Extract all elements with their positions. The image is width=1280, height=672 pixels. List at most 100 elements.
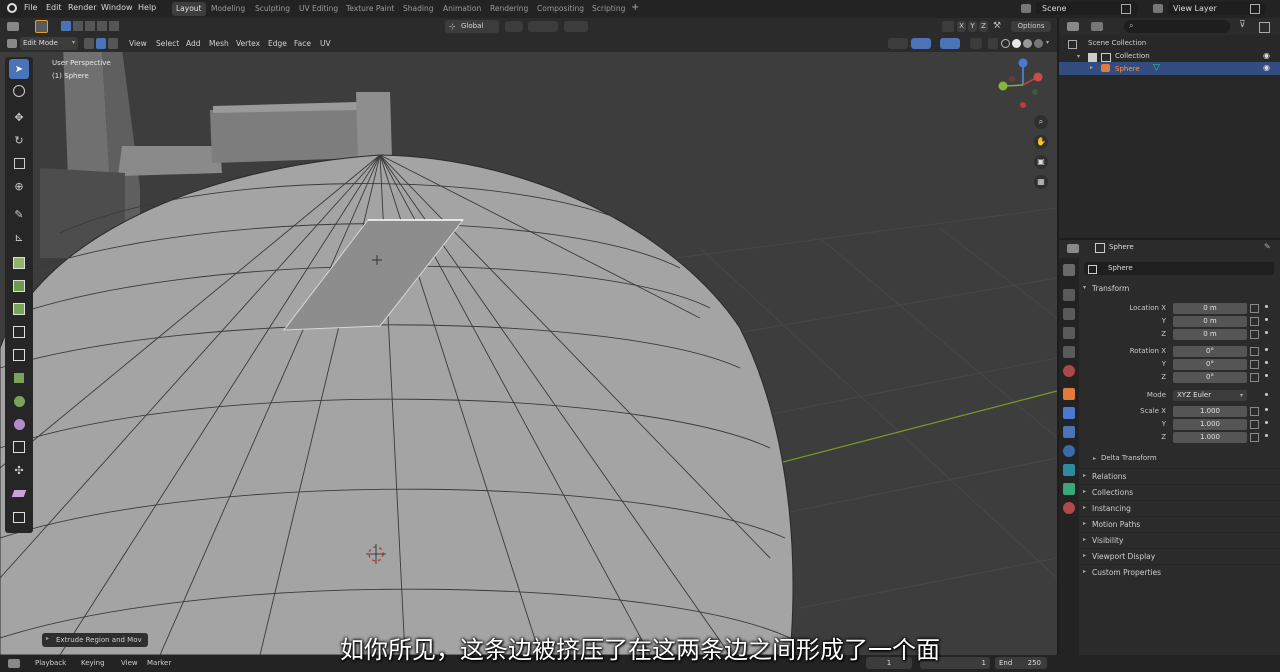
face-select-mode-icon[interactable]	[108, 38, 118, 49]
scale-tool[interactable]	[9, 153, 29, 173]
filter-icon[interactable]: ⊽	[1239, 20, 1246, 30]
menu-edit[interactable]: Edit	[46, 3, 62, 12]
editor-type-icon[interactable]	[7, 22, 19, 31]
menu-help[interactable]: Help	[138, 3, 156, 12]
mirror-z-toggle[interactable]: Z	[979, 21, 988, 32]
vertex-select-mode-icon[interactable]	[84, 38, 94, 49]
material-shading-icon[interactable]	[1023, 39, 1032, 48]
collapse-arrow-icon[interactable]: ▾	[1083, 284, 1086, 291]
perspective-grid-icon[interactable]: ▦	[1034, 175, 1048, 189]
panel-collections[interactable]: ▸ Collections	[1079, 484, 1280, 499]
tool-tab-icon[interactable]	[1063, 264, 1075, 276]
workspace-tab-scripting[interactable]: Scripting	[588, 2, 629, 16]
keyframe-icon[interactable]	[1265, 348, 1268, 351]
mirror-y-toggle[interactable]: Y	[968, 21, 977, 32]
scale-x-field[interactable]: 1.000	[1173, 406, 1247, 417]
panel-relations[interactable]: ▸ Relations	[1079, 468, 1280, 483]
material-tab-icon[interactable]	[1063, 502, 1075, 514]
lock-icon[interactable]	[1250, 407, 1259, 416]
collection-label[interactable]: Collection	[1115, 52, 1150, 60]
mesh-edit-overlay-icon[interactable]	[970, 38, 982, 49]
rotation-mode-dropdown[interactable]: XYZ Euler ▾	[1173, 390, 1247, 401]
location-x-field[interactable]: 0 m	[1173, 303, 1247, 314]
workspace-tab-texture-paint[interactable]: Texture Paint	[342, 2, 398, 16]
rotation-y-field[interactable]: 0°	[1173, 359, 1247, 370]
display-mode-icon[interactable]	[1091, 22, 1103, 31]
keyframe-icon[interactable]	[1265, 374, 1268, 377]
lock-icon[interactable]	[1250, 373, 1259, 382]
lock-icon[interactable]	[1250, 360, 1259, 369]
panel-visibility[interactable]: ▸ Visibility	[1079, 532, 1280, 547]
visibility-icon[interactable]	[888, 38, 908, 49]
workspace-tab-sculpting[interactable]: Sculpting	[251, 2, 294, 16]
wrench-icon[interactable]: ⚒	[993, 21, 1001, 31]
camera-view-icon[interactable]: ▣	[1034, 155, 1048, 169]
lock-icon[interactable]	[1250, 420, 1259, 429]
transform-panel-header[interactable]: Transform	[1092, 284, 1129, 293]
transform-tool[interactable]: ⊕	[9, 176, 29, 196]
shear-tool[interactable]	[9, 483, 29, 503]
pan-hand-icon[interactable]: ✋	[1034, 135, 1048, 149]
scene-collection-label[interactable]: Scene Collection	[1088, 39, 1146, 47]
select-invert-icon[interactable]	[97, 21, 107, 31]
menu-edge[interactable]: Edge	[268, 39, 287, 48]
proportional-editing-icon[interactable]	[564, 21, 588, 32]
knife-tool[interactable]	[9, 345, 29, 365]
lock-icon[interactable]	[1250, 317, 1259, 326]
menu-uv[interactable]: UV	[320, 39, 331, 48]
outliner-search-input[interactable]: ⌕	[1124, 20, 1230, 33]
collection-checkbox[interactable]	[1088, 53, 1097, 62]
new-collection-icon[interactable]	[1259, 22, 1270, 33]
xray-toggle-icon[interactable]	[988, 38, 998, 49]
measure-tool[interactable]: ⊾	[9, 227, 29, 247]
poly-build-tool[interactable]	[9, 368, 29, 388]
panel-custom-properties[interactable]: ▸ Custom Properties	[1079, 564, 1280, 579]
menu-file[interactable]: File	[24, 3, 37, 12]
panel-instancing[interactable]: ▸ Instancing	[1079, 500, 1280, 515]
expand-arrow-icon[interactable]: ▸	[1090, 64, 1093, 71]
keyframe-icon[interactable]	[1265, 331, 1268, 334]
panel-motion-paths[interactable]: ▸ Motion Paths	[1079, 516, 1280, 531]
new-scene-icon[interactable]	[1121, 4, 1131, 14]
world-tab-icon[interactable]	[1063, 365, 1075, 377]
snapping-icon[interactable]	[528, 21, 558, 32]
scale-y-field[interactable]: 1.000	[1173, 419, 1247, 430]
editor-type-icon[interactable]	[7, 39, 17, 48]
output-tab-icon[interactable]	[1063, 308, 1075, 320]
keyframe-icon[interactable]	[1265, 305, 1268, 308]
keyframe-icon[interactable]	[1265, 408, 1268, 411]
select-extend-icon[interactable]	[73, 21, 83, 31]
render-tab-icon[interactable]	[1063, 289, 1075, 301]
lock-icon[interactable]	[1250, 347, 1259, 356]
rotate-tool[interactable]: ↻	[9, 130, 29, 150]
new-view-layer-icon[interactable]	[1250, 4, 1260, 14]
pin-icon[interactable]: ✎	[1264, 242, 1271, 251]
scene-icon[interactable]	[1021, 4, 1031, 13]
transform-orientation-dropdown[interactable]: ⊹ Global	[445, 20, 499, 33]
menu-render[interactable]: Render	[68, 3, 96, 12]
inset-faces-tool[interactable]	[9, 276, 29, 296]
modifier-tab-icon[interactable]	[1063, 407, 1075, 419]
menu-vertex[interactable]: Vertex	[236, 39, 260, 48]
loop-cut-tool[interactable]	[9, 322, 29, 342]
mode-dropdown[interactable]: Edit Mode ▾	[20, 37, 78, 50]
workspace-tab-rendering[interactable]: Rendering	[486, 2, 532, 16]
lock-icon[interactable]	[1250, 304, 1259, 313]
location-z-field[interactable]: 0 m	[1173, 329, 1247, 340]
select-new-icon[interactable]	[61, 21, 71, 31]
blender-logo-icon[interactable]	[7, 3, 17, 13]
select-box-tool-icon[interactable]	[35, 20, 48, 33]
mesh-data-icon[interactable]: ▽	[1153, 63, 1160, 73]
options-dropdown[interactable]: Options	[1011, 21, 1051, 32]
view-layer-tab-icon[interactable]	[1063, 327, 1075, 339]
move-tool[interactable]: ✥	[9, 107, 29, 127]
scale-z-field[interactable]: 1.000	[1173, 432, 1247, 443]
eye-visibility-icon[interactable]: ◉	[1263, 51, 1270, 60]
menu-add[interactable]: Add	[186, 39, 201, 48]
keyframe-icon[interactable]	[1265, 434, 1268, 437]
edge-select-mode-icon[interactable]	[96, 38, 106, 49]
object-name-field[interactable]: Sphere	[1084, 262, 1274, 275]
viewport-scene[interactable]	[0, 18, 1057, 655]
select-box-tool[interactable]: ➤	[9, 59, 29, 79]
eye-visibility-icon[interactable]: ◉	[1263, 63, 1270, 72]
